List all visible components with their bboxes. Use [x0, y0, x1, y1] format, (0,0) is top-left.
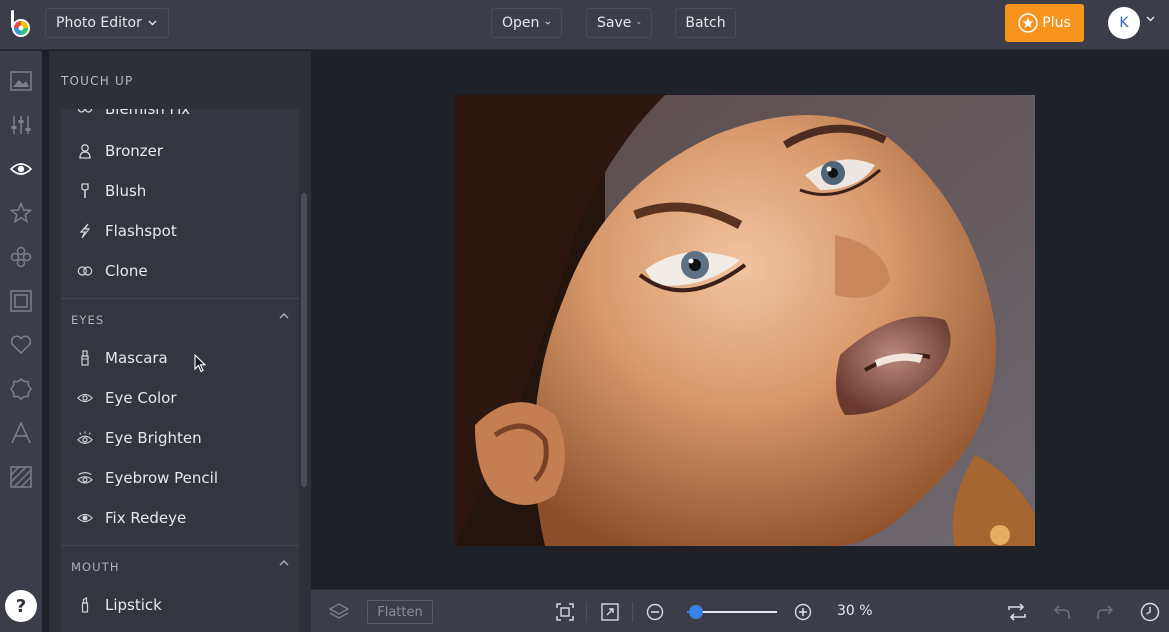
tool-item-label: Eye Brighten [105, 429, 202, 447]
chevron-down-icon [545, 21, 551, 25]
open-button[interactable]: Open [491, 8, 562, 38]
mouse-cursor-icon [194, 354, 206, 373]
help-label: ? [15, 595, 27, 617]
avatar[interactable]: K [1108, 7, 1140, 39]
panel-header: TOUCH UP [49, 51, 311, 109]
bronzer-icon [77, 143, 93, 159]
save-label: Save [597, 15, 632, 31]
tool-item-label: Lipstick [105, 596, 162, 614]
help-button[interactable]: ? [5, 590, 37, 622]
section-title: EYES [71, 313, 105, 327]
tool-item-eye-color[interactable]: Eye Color [61, 378, 299, 418]
chevron-up-icon [279, 313, 289, 319]
avatar-initial: K [1119, 15, 1129, 31]
chevron-down-icon[interactable] [1146, 16, 1155, 22]
expand-icon[interactable] [599, 601, 621, 623]
tool-item-eyebrow-pencil[interactable]: Eyebrow Pencil [61, 458, 299, 498]
star-badge-icon [1018, 13, 1038, 33]
app-menu-label: Photo Editor [56, 15, 142, 31]
image-icon[interactable] [8, 68, 34, 94]
tool-list: Blemish Fix Bronzer Blush Flashspot Clon… [61, 109, 299, 632]
open-label: Open [502, 15, 540, 31]
plus-button[interactable]: Plus [1005, 4, 1084, 42]
batch-label: Batch [685, 15, 726, 31]
zoom-slider-handle[interactable] [689, 605, 703, 619]
compare-icon[interactable] [1006, 601, 1028, 623]
tool-item-bronzer[interactable]: Bronzer [61, 131, 299, 171]
batch-button[interactable]: Batch [675, 8, 736, 38]
divider [586, 602, 587, 622]
zoom-level: 30 % [837, 603, 873, 619]
heart-icon[interactable] [8, 332, 34, 358]
panel-title: TOUCH UP [61, 74, 134, 88]
top-bar: Photo Editor Open Save Batch Plus K [0, 0, 1169, 50]
lipstick-icon [77, 597, 93, 613]
panel-scrollbar[interactable] [301, 193, 307, 487]
tool-rail: ? [0, 51, 42, 632]
text-icon[interactable] [8, 420, 34, 446]
plus-label: Plus [1042, 15, 1071, 31]
chevron-up-icon [279, 560, 289, 566]
tool-item-label: Eyebrow Pencil [105, 469, 218, 487]
tool-item-blemish-fix[interactable]: Blemish Fix [61, 109, 299, 129]
portrait-photo [455, 95, 1035, 546]
chevron-down-icon [637, 21, 641, 25]
tool-item-clone[interactable]: Clone [61, 251, 299, 291]
section-title: MOUTH [71, 560, 120, 574]
tool-item-fix-redeye[interactable]: Fix Redeye [61, 498, 299, 538]
zoom-in-icon[interactable] [792, 601, 814, 623]
layers-icon[interactable] [328, 601, 350, 623]
tool-item-eye-brighten[interactable]: Eye Brighten [61, 418, 299, 458]
flashspot-icon [77, 223, 93, 239]
zoom-out-icon[interactable] [644, 601, 666, 623]
tool-item-label: Eye Color [105, 389, 177, 407]
tool-item-label: Mascara [105, 349, 168, 367]
eyebrow-pencil-icon [77, 470, 93, 486]
touch-up-panel: TOUCH UP Blemish Fix Bronzer Blush Flash… [49, 51, 311, 632]
blush-brush-icon [77, 183, 93, 199]
tool-item-blush[interactable]: Blush [61, 171, 299, 211]
tool-item-mascara[interactable]: Mascara [61, 338, 299, 378]
chevron-down-icon [148, 20, 157, 26]
clone-icon [77, 263, 93, 279]
redo-icon[interactable] [1094, 601, 1116, 623]
eye-icon[interactable] [8, 156, 34, 182]
divider [632, 602, 633, 622]
photo-canvas[interactable] [455, 95, 1035, 546]
mascara-icon [77, 350, 93, 366]
bottom-toolbar: Flatten 30 % [311, 589, 1169, 632]
fit-screen-icon[interactable] [554, 601, 576, 623]
history-icon[interactable] [1139, 601, 1161, 623]
app-menu-button[interactable]: Photo Editor [45, 8, 169, 38]
badge-icon[interactable] [8, 376, 34, 402]
flatten-label: Flatten [377, 604, 423, 620]
texture-icon[interactable] [8, 464, 34, 490]
tool-item-label: Bronzer [105, 142, 164, 160]
eye-color-icon [77, 390, 93, 406]
tool-item-label: Flashspot [105, 222, 177, 240]
tool-item-flashspot[interactable]: Flashspot [61, 211, 299, 251]
save-button[interactable]: Save [586, 8, 652, 38]
undo-icon[interactable] [1051, 601, 1073, 623]
sliders-icon[interactable] [8, 112, 34, 138]
flower-icon[interactable] [8, 244, 34, 270]
tool-item-label: Blemish Fix [105, 109, 191, 118]
star-icon[interactable] [8, 200, 34, 226]
eye-brighten-icon [77, 430, 93, 446]
section-mouth-header[interactable]: MOUTH [61, 545, 299, 587]
tool-item-label: Clone [105, 262, 148, 280]
tool-item-label: Fix Redeye [105, 509, 187, 527]
tool-item-label: Blush [105, 182, 147, 200]
frame-icon[interactable] [8, 288, 34, 314]
redeye-icon [77, 510, 93, 526]
blemish-icon [77, 109, 93, 117]
section-eyes-header[interactable]: EYES [61, 298, 299, 340]
flatten-button[interactable]: Flatten [367, 600, 433, 624]
logo[interactable] [8, 9, 34, 39]
tool-item-lipstick[interactable]: Lipstick [61, 585, 299, 625]
